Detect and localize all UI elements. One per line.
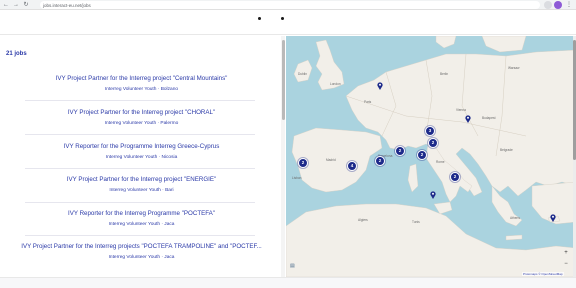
map-label: Algiers [358, 218, 368, 222]
map-cluster-marker[interactable]: 4 [347, 161, 357, 171]
job-title-link[interactable]: IVY Project Partner for the Interreg pro… [0, 176, 283, 183]
map-label: London [330, 82, 341, 86]
map-base [286, 36, 576, 277]
divider [25, 100, 255, 101]
job-card[interactable]: IVY Project Partner for the Interreg pro… [0, 243, 283, 260]
job-meta: Interreg Volunteer Youth · Palermo [104, 121, 179, 126]
map-label: Madrid [326, 158, 336, 162]
map-logo-icon: ▤ [290, 263, 295, 269]
job-card[interactable]: IVY Reporter for the Interreg Programme … [0, 210, 283, 227]
job-title-link[interactable]: IVY Reporter for the Interreg Programme … [0, 210, 283, 217]
job-card[interactable]: IVY Project Partner for the Interreg pro… [0, 75, 283, 92]
divider [25, 235, 255, 236]
menu-icon[interactable]: ⋮ [565, 1, 573, 9]
map-label: Berlin [440, 72, 449, 76]
job-card[interactable]: IVY Project Partner for the Interreg pro… [0, 109, 283, 126]
divider [25, 168, 255, 169]
job-meta: Interreg Volunteer Youth · Bari [109, 188, 174, 193]
job-meta: Interreg Volunteer Youth · Nicosia [105, 155, 178, 160]
map-cluster-marker[interactable]: 3 [425, 126, 435, 136]
map-label: Paris [364, 100, 372, 104]
header-dot-icon [281, 17, 284, 20]
zoom-in-button[interactable]: + [562, 249, 570, 257]
job-meta: Interreg Volunteer Youth · Jaca [108, 255, 175, 260]
map-cluster-marker[interactable]: 2 [395, 146, 405, 156]
map-pin-icon[interactable] [430, 191, 436, 199]
map-pin-icon[interactable] [465, 115, 471, 123]
map-label: Budapest [482, 116, 496, 120]
map-pin-icon[interactable] [377, 82, 383, 90]
site-header [0, 10, 576, 35]
job-meta: Interreg Volunteer Youth · Jaca [108, 222, 175, 227]
job-card[interactable]: IVY Reporter for the Programme Interreg … [0, 143, 283, 160]
address-bar[interactable]: jobs.interact-eu.net/jobs [40, 1, 540, 9]
header-dot-icon [258, 17, 261, 20]
map-label: Tunis [412, 220, 420, 224]
map-cluster-marker[interactable]: 2 [417, 150, 427, 160]
reload-icon[interactable]: ↻ [22, 1, 30, 9]
map-label: Vienna [456, 108, 466, 112]
job-title-link[interactable]: IVY Project Partner for the Interreg pro… [0, 243, 283, 250]
job-title-link[interactable]: IVY Project Partner for the Interreg pro… [0, 75, 283, 82]
page-footer [0, 277, 576, 288]
profile-avatar[interactable] [554, 1, 562, 9]
divider [25, 134, 255, 135]
arrow-left-icon[interactable]: ← [2, 1, 10, 9]
map-cluster-marker[interactable]: 2 [298, 158, 308, 168]
job-title-link[interactable]: IVY Reporter for the Programme Interreg … [0, 143, 283, 150]
map-label: Athens [510, 216, 520, 220]
arrow-right-icon[interactable]: → [12, 1, 20, 9]
map-cluster-marker[interactable]: 2 [428, 138, 438, 148]
map-cluster-marker[interactable]: 2 [375, 156, 385, 166]
map-attribution[interactable]: Protomaps © OpenStreetMap [522, 272, 564, 276]
jobs-count: 21 jobs [6, 51, 27, 57]
job-card[interactable]: IVY Project Partner for the Interreg pro… [0, 176, 283, 193]
extension-icon[interactable] [544, 1, 552, 9]
job-title-link[interactable]: IVY Project Partner for the Interreg pro… [0, 109, 283, 116]
map[interactable]: Dublin London Paris Berlin Madrid Rome W… [286, 36, 576, 277]
job-list: 21 jobs IVY Project Partner for the Inte… [0, 36, 283, 277]
map-label: Lisbon [292, 176, 302, 180]
map-cluster-marker[interactable]: 2 [450, 172, 460, 182]
browser-toolbar: ← → ↻ jobs.interact-eu.net/jobs ⋮ [0, 0, 576, 10]
job-meta: Interreg Volunteer Youth · Bolzano [104, 87, 179, 92]
map-pin-icon[interactable] [550, 214, 556, 222]
zoom-out-button[interactable]: − [562, 260, 570, 268]
map-label: Dublin [298, 72, 308, 76]
map-label: Warsaw [508, 66, 520, 70]
url-text: jobs.interact-eu.net/jobs [43, 2, 91, 8]
map-label: Rome [436, 160, 445, 164]
list-scrollbar-thumb[interactable] [282, 40, 285, 120]
map-label: Belgrade [500, 148, 513, 152]
divider [25, 202, 255, 203]
